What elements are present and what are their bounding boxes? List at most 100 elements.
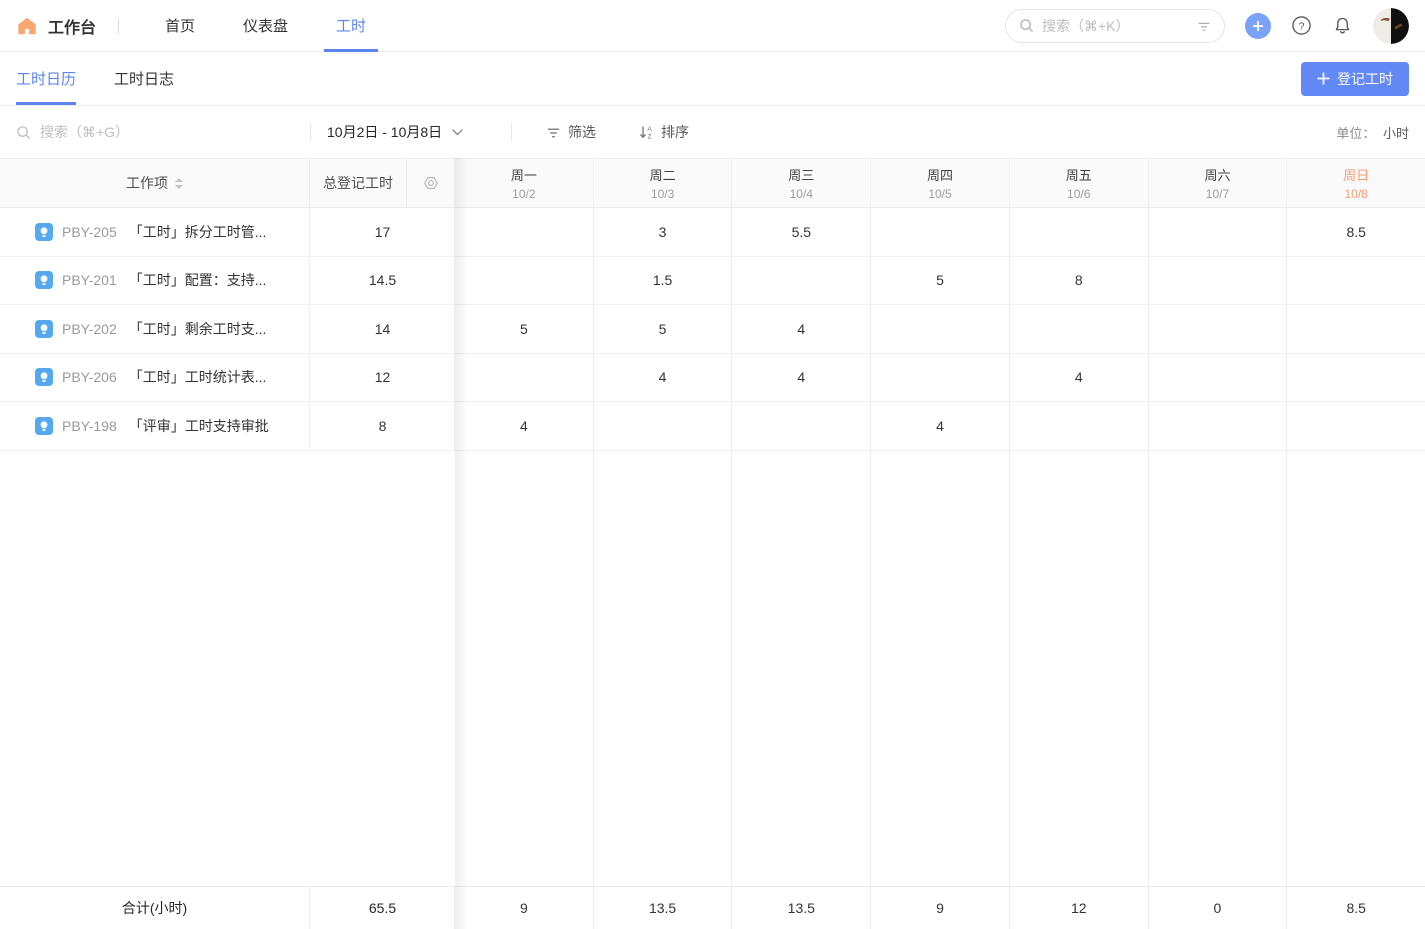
search-icon — [1019, 18, 1034, 33]
totals-day-cell: 13.5 — [732, 887, 871, 929]
work-item-title: 「工时」工时统计表... — [129, 367, 267, 387]
hours-cell[interactable] — [1287, 305, 1425, 353]
hours-cell[interactable] — [1010, 305, 1149, 353]
hours-cell[interactable] — [1287, 354, 1425, 402]
hours-cell[interactable]: 3 — [594, 208, 733, 256]
hours-cell[interactable] — [732, 257, 871, 305]
work-item-key: PBY-201 — [62, 272, 117, 288]
nav-item-dashboard[interactable]: 仪表盘 — [231, 0, 300, 52]
help-icon[interactable]: ? — [1291, 15, 1312, 36]
tab-worktime-log[interactable]: 工时日志 — [114, 52, 174, 105]
sort-button[interactable]: AZ 排序 — [638, 122, 689, 142]
hours-cell[interactable] — [1149, 402, 1288, 450]
table-row: PBY-205 「工时」拆分工时管... 17 3 5.5 8.5 — [0, 208, 1425, 257]
hours-cell[interactable] — [455, 208, 594, 256]
tab-worktime-calendar[interactable]: 工时日历 — [16, 52, 76, 105]
hours-cell[interactable]: 5 — [594, 305, 733, 353]
notification-bell-icon[interactable] — [1332, 15, 1353, 36]
toolbar-divider — [310, 123, 311, 141]
hours-cell[interactable] — [871, 208, 1010, 256]
hours-cell[interactable] — [455, 257, 594, 305]
hours-cell[interactable]: 8.5 — [1287, 208, 1425, 256]
sort-icon: AZ — [638, 124, 654, 140]
timesheet-table: 工作项 总登记工时 周一10/2 周二10/3 周三10/4 周四10/5 周五… — [0, 158, 1425, 929]
hours-cell[interactable]: 8 — [1010, 257, 1149, 305]
day-header-sat: 周六10/7 — [1149, 159, 1288, 207]
register-hours-button[interactable]: 登记工时 — [1301, 62, 1409, 96]
hours-cell[interactable]: 4 — [732, 305, 871, 353]
unit-label: 单位： — [1336, 126, 1375, 141]
tab-bar: 工时日历 工时日志 登记工时 — [0, 52, 1425, 106]
plus-icon — [1317, 72, 1330, 85]
sort-carets-icon — [175, 178, 183, 189]
hours-cell[interactable]: 5 — [455, 305, 594, 353]
hours-cell[interactable]: 4 — [1010, 354, 1149, 402]
hours-cell[interactable] — [1287, 402, 1425, 450]
create-button[interactable] — [1245, 13, 1271, 39]
hours-cell[interactable] — [871, 305, 1010, 353]
workspace-label[interactable]: 工作台 — [48, 14, 96, 38]
totals-day-cell: 8.5 — [1287, 887, 1425, 929]
work-item-key: PBY-206 — [62, 369, 117, 385]
work-item-link[interactable]: PBY-198 「评审」工时支持审批 — [0, 402, 310, 450]
hours-cell[interactable] — [732, 402, 871, 450]
hours-cell[interactable]: 5.5 — [732, 208, 871, 256]
work-item-link[interactable]: PBY-202 「工时」剩余工时支... — [0, 305, 310, 353]
hours-cell[interactable]: 4 — [455, 402, 594, 450]
hours-cell[interactable] — [1149, 257, 1288, 305]
home-icon[interactable] — [16, 15, 38, 37]
hours-cell[interactable] — [1287, 257, 1425, 305]
hours-cell[interactable]: 4 — [871, 402, 1010, 450]
row-total-hours: 14.5 — [310, 257, 455, 305]
hours-cell[interactable] — [1149, 208, 1288, 256]
unit-indicator: 单位： 小时 — [1336, 123, 1409, 142]
work-item-link[interactable]: PBY-205 「工时」拆分工时管... — [0, 208, 310, 256]
hours-cell[interactable] — [594, 402, 733, 450]
work-item-type-icon — [35, 368, 53, 386]
hours-cell[interactable]: 4 — [594, 354, 733, 402]
totals-label: 合计(小时) — [0, 887, 310, 929]
table-empty-area — [0, 451, 1425, 887]
hours-cell[interactable] — [1010, 208, 1149, 256]
totals-day-cell: 13.5 — [594, 887, 733, 929]
hours-cell[interactable] — [1010, 402, 1149, 450]
day-header-tue: 周二10/3 — [594, 159, 733, 207]
work-item-title: 「工时」配置：支持... — [129, 270, 267, 290]
plus-icon — [1252, 20, 1264, 32]
advanced-search-icon[interactable] — [1197, 19, 1211, 33]
column-settings-button[interactable] — [407, 159, 454, 207]
hours-cell[interactable]: 1.5 — [594, 257, 733, 305]
work-item-type-icon — [35, 417, 53, 435]
hours-cell[interactable] — [1149, 354, 1288, 402]
toolbar-divider — [511, 123, 512, 141]
work-item-link[interactable]: PBY-206 「工时」工时统计表... — [0, 354, 310, 402]
totals-day-cell: 0 — [1149, 887, 1288, 929]
global-search-input[interactable]: 搜索（⌘+K） — [1005, 9, 1225, 43]
hours-cell[interactable] — [1149, 305, 1288, 353]
table-search-placeholder: 搜索（⌘+G） — [40, 122, 129, 142]
table-row: PBY-206 「工时」工时统计表... 12 4 4 4 — [0, 354, 1425, 403]
user-avatar[interactable] — [1373, 8, 1409, 44]
work-item-key: PBY-202 — [62, 321, 117, 337]
table-row: PBY-202 「工时」剩余工时支... 14 5 5 4 — [0, 305, 1425, 354]
table-search-input[interactable]: 搜索（⌘+G） — [16, 122, 294, 142]
table-body: PBY-205 「工时」拆分工时管... 17 3 5.5 8.5 PBY-20… — [0, 208, 1425, 886]
date-range-picker[interactable]: 10月2日 - 10月8日 — [327, 122, 495, 142]
filter-button[interactable]: 筛选 — [546, 122, 596, 142]
hours-cell[interactable]: 4 — [732, 354, 871, 402]
work-item-link[interactable]: PBY-201 「工时」配置：支持... — [0, 257, 310, 305]
nav-divider — [118, 18, 119, 34]
row-total-hours: 8 — [310, 402, 455, 450]
work-item-type-icon — [35, 320, 53, 338]
hours-cell[interactable]: 5 — [871, 257, 1010, 305]
nav-item-home[interactable]: 首页 — [153, 0, 207, 52]
row-total-hours: 17 — [310, 208, 455, 256]
column-header-work-item[interactable]: 工作项 — [0, 159, 310, 207]
nav-item-worktime[interactable]: 工时 — [324, 0, 378, 52]
table-footer-totals: 合计(小时) 65.5 9 13.5 13.5 9 12 0 8.5 — [0, 886, 1425, 929]
work-item-key: PBY-205 — [62, 224, 117, 240]
work-item-title: 「工时」剩余工时支... — [129, 319, 267, 339]
hours-cell[interactable] — [871, 354, 1010, 402]
totals-day-cell: 9 — [871, 887, 1010, 929]
hours-cell[interactable] — [455, 354, 594, 402]
